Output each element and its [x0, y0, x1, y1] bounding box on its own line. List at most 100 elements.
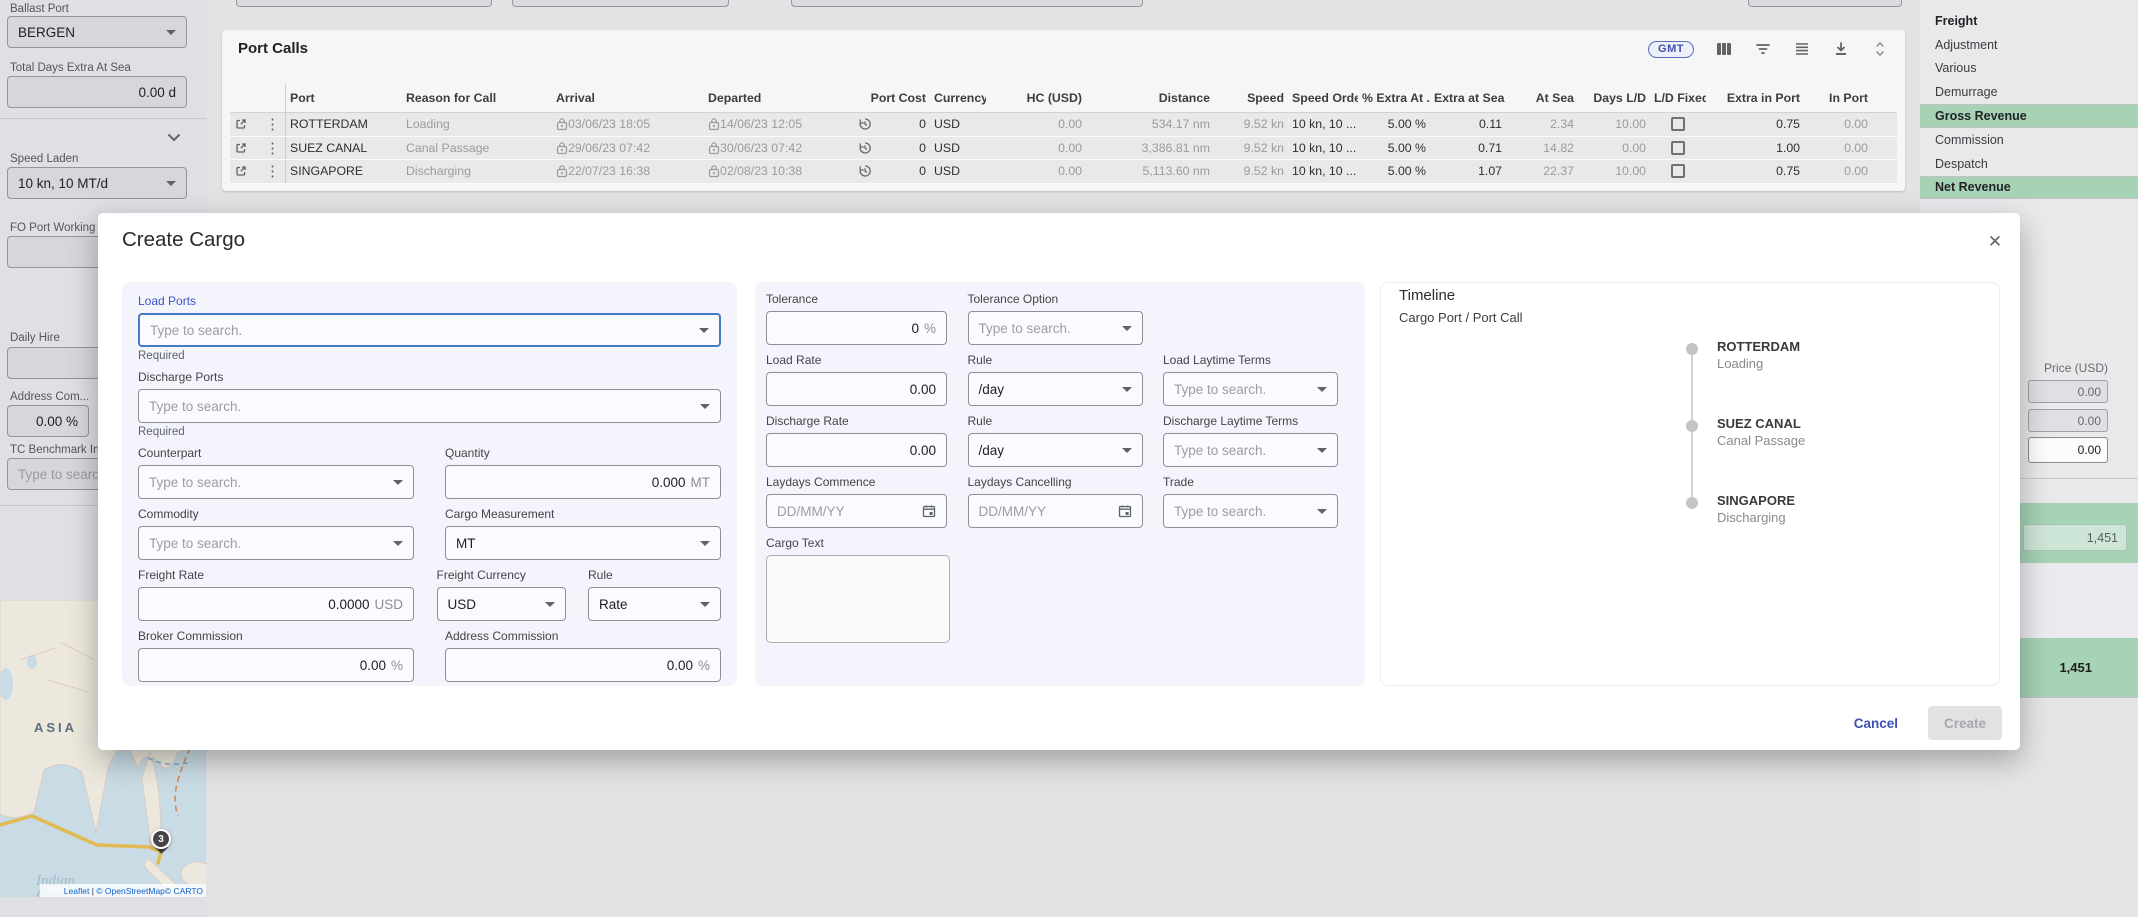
map-cluster-marker[interactable]: 3: [151, 829, 171, 849]
unfold-icon[interactable]: [1871, 40, 1889, 58]
cell-currency: USD: [930, 164, 986, 178]
collapse-chevron-icon[interactable]: [163, 128, 185, 146]
speed-laden-select[interactable]: 10 kn, 10 MT/d: [7, 167, 187, 199]
close-icon[interactable]: ✕: [1980, 227, 2010, 257]
commodity-search[interactable]: Type to search.: [138, 526, 414, 560]
cell-at_sea: 2.34: [1506, 117, 1578, 131]
gross-revenue-input[interactable]: 1,451: [2023, 524, 2127, 551]
timezone-badge[interactable]: GMT: [1648, 41, 1694, 58]
cell-speed: 9.52 kn: [1214, 164, 1288, 178]
cell-reason: Canal Passage: [402, 141, 552, 155]
cargo-field-freight-rate: Freight Rate 0.0000USD: [138, 568, 414, 621]
price-input-2[interactable]: 0.00: [2028, 409, 2108, 432]
osm-link[interactable]: © OpenStreetMap: [96, 886, 165, 896]
trade-search[interactable]: Type to search.: [1163, 494, 1338, 528]
open-port-call-button[interactable]: [230, 141, 260, 155]
discharge-laytime-terms-search[interactable]: Type to search.: [1163, 433, 1338, 467]
column-header-speed-order: Speed Order: [1288, 91, 1358, 105]
top-cut-input-2[interactable]: [512, 0, 729, 7]
sidebar-divider: [0, 118, 207, 119]
discharge-rate-input[interactable]: 0.00: [766, 433, 947, 467]
cell-speed_order: 10 kn, 10 ...: [1288, 164, 1358, 178]
laydays-commence-date[interactable]: DD/MM/YY: [766, 494, 947, 528]
speed-laden-label: Speed Laden: [10, 153, 78, 165]
load-ports-search[interactable]: Type to search.: [138, 313, 721, 347]
create-button[interactable]: Create: [1928, 706, 2002, 740]
cargo-text-label: Cargo Text: [766, 536, 950, 550]
cell-ld_fixed[interactable]: [1650, 141, 1706, 155]
filter-icon[interactable]: [1754, 40, 1772, 58]
discharge-ports-search[interactable]: Type to search.: [138, 389, 721, 423]
open-port-call-button[interactable]: [230, 117, 260, 131]
cell-ld_fixed[interactable]: [1650, 164, 1706, 178]
cell-ld_fixed[interactable]: [1650, 117, 1706, 131]
calendar-icon: [922, 504, 936, 518]
total-days-extra-field: 0.00 d: [7, 76, 187, 108]
column-header-port: Port: [286, 91, 402, 105]
price-input-1[interactable]: 0.00: [2028, 380, 2108, 403]
counterpart-search[interactable]: Type to search.: [138, 465, 414, 499]
price-input-3[interactable]: 0.00: [2028, 437, 2108, 463]
ld-fixed-checkbox[interactable]: [1671, 164, 1685, 178]
cell-at_sea: 22.37: [1506, 164, 1578, 178]
download-icon[interactable]: [1832, 40, 1850, 58]
row-menu-button[interactable]: ⋮: [260, 137, 286, 160]
freight-rate-label: Freight Rate: [138, 568, 414, 582]
address-commission-input[interactable]: 0.00%: [445, 648, 721, 682]
row-menu-button[interactable]: ⋮: [260, 160, 286, 183]
open-port-call-button[interactable]: [230, 164, 260, 178]
lock-icon: [556, 164, 568, 178]
cargo-text-textarea[interactable]: [766, 555, 950, 643]
rule-select[interactable]: /day: [968, 433, 1143, 467]
timeline-dot: [1686, 343, 1698, 355]
broker-commission-input[interactable]: 0.00%: [138, 648, 414, 682]
ballast-port-label: Ballast Port: [10, 3, 69, 15]
quantity-input[interactable]: 0.000MT: [445, 465, 721, 499]
total-days-extra-label: Total Days Extra At Sea: [10, 62, 131, 74]
cell-extra_at_sea: 0.71: [1430, 141, 1506, 155]
terms-field-rule: Rule/day: [968, 414, 1143, 467]
ld-fixed-checkbox[interactable]: [1671, 117, 1685, 131]
cancel-button[interactable]: Cancel: [1844, 708, 1908, 739]
map-region-label: ASIA: [34, 720, 77, 735]
chevron-down-icon: [1122, 387, 1132, 392]
cell-port_cost: 0: [854, 164, 930, 178]
rule-select[interactable]: Rate: [588, 587, 721, 621]
value-suffix: USD: [374, 597, 403, 612]
timeline-title: Timeline: [1399, 287, 1999, 304]
cell-in_port: 0.00: [1804, 117, 1872, 131]
calendar-icon: [1118, 504, 1132, 518]
top-cut-input-3[interactable]: [791, 0, 1143, 7]
terms-field-cargo-text: Cargo Text: [766, 536, 950, 643]
cell-speed: 9.52 kn: [1214, 141, 1288, 155]
chevron-down-icon: [545, 602, 555, 607]
load-laytime-terms-search[interactable]: Type to search.: [1163, 372, 1338, 406]
carto-link[interactable]: © CARTO: [165, 886, 203, 896]
ballast-port-select[interactable]: BERGEN: [7, 16, 187, 48]
freight-currency-select[interactable]: USD: [437, 587, 566, 621]
tolerance-input[interactable]: 0%: [766, 311, 947, 345]
freight-rate-input[interactable]: 0.0000USD: [138, 587, 414, 621]
row-menu-button[interactable]: ⋮: [260, 113, 286, 136]
cargo-main-panel: Load PortsType to search.RequiredDischar…: [122, 282, 737, 686]
address-commission-input[interactable]: 0.00 %: [7, 405, 89, 437]
placeholder-text: DD/MM/YY: [777, 504, 916, 519]
pnl-rows: FreightAdjustmentVariousDemurrageGross R…: [1920, 9, 2138, 199]
tolerance-option-search[interactable]: Type to search.: [968, 311, 1143, 345]
laydays-cancelling-date[interactable]: DD/MM/YY: [968, 494, 1143, 528]
rule-select[interactable]: /day: [968, 372, 1143, 406]
cargo-measurement-select[interactable]: MT: [445, 526, 721, 560]
cargo-field-load-ports: Load PortsType to search.Required: [138, 294, 721, 362]
leaflet-link[interactable]: Leaflet: [64, 886, 90, 896]
port-calls-toolbar: GMT: [1648, 40, 1889, 58]
column-header-speed: Speed: [1214, 91, 1288, 105]
load-rate-input[interactable]: 0.00: [766, 372, 947, 406]
ld-fixed-checkbox[interactable]: [1671, 141, 1685, 155]
timeline-port-reason: Discharging: [1717, 510, 1795, 525]
top-cut-input-4[interactable]: [1748, 0, 1902, 7]
timeline-item-suez-canal: SUEZ CANALCanal Passage: [1717, 416, 1805, 448]
top-cut-input-1[interactable]: [236, 0, 492, 7]
terms-field-load-rate: Load Rate0.00: [766, 353, 947, 406]
row-density-icon[interactable]: [1793, 40, 1811, 58]
columns-icon[interactable]: [1715, 40, 1733, 58]
